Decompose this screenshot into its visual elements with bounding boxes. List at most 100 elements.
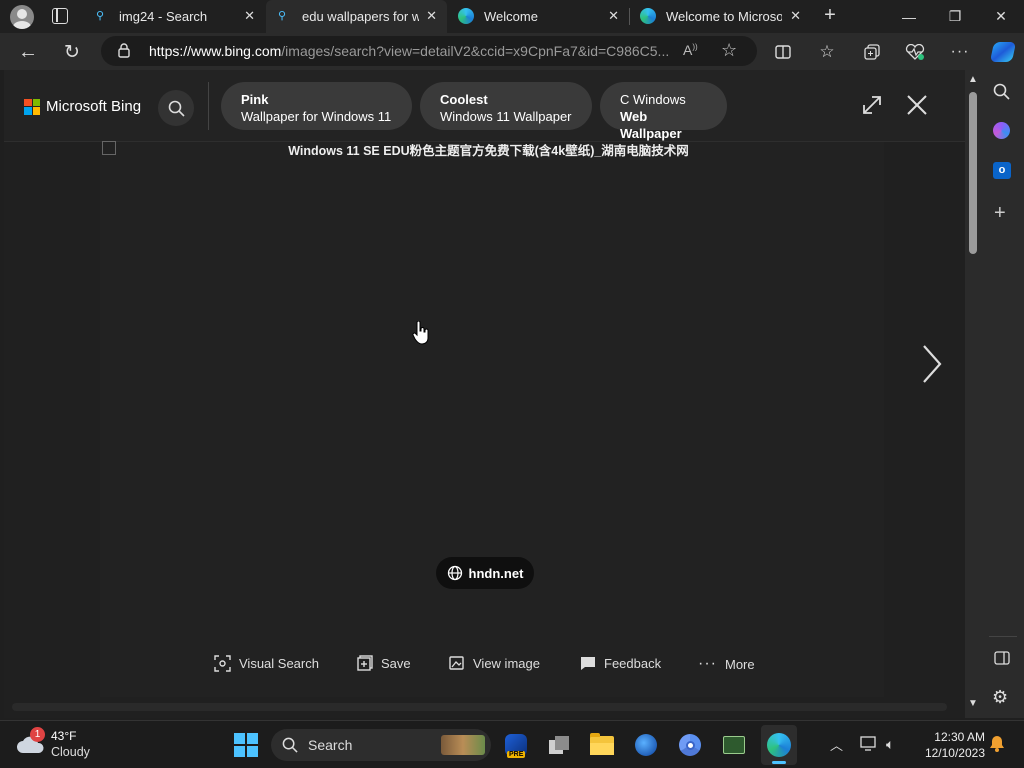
taskbar-task-view-icon[interactable] (543, 729, 575, 761)
copilot-sidebar-icon[interactable] (993, 122, 1010, 139)
feedback-icon (581, 657, 595, 670)
image-source-link[interactable]: hndn.net (436, 557, 534, 589)
tab-welcome-microsoft[interactable]: Welcome to Microsoft ✕ (630, 0, 811, 33)
split-screen-icon[interactable] (768, 37, 798, 67)
chip-line1: Pink (241, 92, 269, 107)
more-button[interactable]: ··· More (698, 655, 755, 673)
taskbar-file-explorer-icon[interactable] (586, 729, 618, 761)
start-button[interactable] (230, 729, 262, 761)
windows-taskbar: 1 43°F Cloudy Search PRE ︿ 🔈︎ 12:30 AM 1… (0, 720, 1024, 768)
close-tab-icon[interactable]: ✕ (426, 8, 437, 24)
close-tab-icon[interactable]: ✕ (608, 8, 619, 24)
next-image-chevron-icon[interactable] (920, 343, 944, 385)
outlook-icon[interactable]: o (993, 162, 1011, 179)
windows-logo-icon (234, 733, 258, 757)
edge-sidebar: o + ⚙ (981, 70, 1024, 718)
save-icon (357, 655, 373, 671)
scroll-up-icon[interactable]: ▲ (968, 74, 978, 85)
clock[interactable]: 12:30 AM 12/10/2023 (915, 729, 985, 761)
chip-line2: Windows 11 Wallpaper (440, 109, 572, 124)
weather-alert-badge: 1 (30, 727, 45, 742)
visual-search-icon (214, 655, 231, 672)
image-alt-caption: Windows 11 SE EDU粉色主题官方免费下载(含4k壁纸)_湖南电脑技… (288, 144, 689, 158)
more-dots-icon: ··· (698, 655, 717, 672)
bing-logo[interactable]: Microsoft Bing (24, 98, 141, 115)
related-chip-coolest-wallpaper[interactable]: Coolest Windows 11 Wallpaper (420, 82, 592, 130)
vertical-scrollbar[interactable]: ▲ ▼ (965, 70, 981, 718)
related-chip-pink-wallpaper[interactable]: Pink Wallpaper for Windows 11 (221, 82, 412, 130)
taskbar-edge-icon[interactable] (761, 725, 797, 765)
sidebar-settings-gear-icon[interactable]: ⚙ (992, 687, 1008, 708)
view-image-button[interactable]: View image (449, 655, 540, 671)
favorites-icon[interactable]: ☆ (812, 37, 842, 67)
close-window-button[interactable]: ✕ (978, 0, 1024, 33)
horizontal-scrollbar[interactable] (4, 700, 969, 714)
close-tab-icon[interactable]: ✕ (790, 8, 801, 24)
search-icon (282, 737, 298, 753)
tab-welcome[interactable]: Welcome ✕ (448, 0, 629, 33)
expand-icon[interactable] (861, 94, 885, 118)
save-button[interactable]: Save (357, 655, 411, 671)
page-content: Microsoft Bing Pink Wallpaper for Window… (4, 70, 969, 718)
action-label: Save (381, 655, 411, 671)
weather-widget[interactable]: 1 43°F Cloudy (16, 727, 106, 763)
tab-title: img24 - Search (119, 9, 208, 24)
read-aloud-icon[interactable]: A)) (683, 42, 698, 58)
tab-img24-search[interactable]: ⚲ img24 - Search ✕ (84, 0, 265, 33)
tab-edu-wallpapers[interactable]: ⚲ edu wallpapers for wi ✕ (266, 0, 447, 33)
hide-sidebar-icon[interactable] (994, 651, 1010, 670)
search-icon (168, 100, 185, 117)
address-bar[interactable]: https://www.bing.com/images/search?view=… (101, 36, 757, 66)
action-label: View image (473, 655, 540, 671)
collections-icon[interactable] (857, 37, 887, 67)
volume-muted-icon[interactable]: 🔈︎ (886, 736, 894, 753)
chip-line1: Coolest (440, 92, 488, 107)
profile-icon (13, 9, 31, 29)
globe-icon (447, 565, 462, 581)
favorite-star-icon[interactable]: ☆ (721, 40, 737, 61)
taskbar-chrome-icon[interactable] (674, 729, 706, 761)
refresh-button[interactable]: ↻ (57, 37, 87, 67)
feedback-button[interactable]: Feedback (580, 655, 661, 671)
taskbar-terminal-icon[interactable] (718, 729, 750, 761)
taskbar-search-box[interactable]: Search (271, 729, 491, 761)
new-tab-button[interactable]: + (819, 5, 841, 27)
add-sidebar-app-icon[interactable]: + (994, 203, 1006, 223)
action-label: Feedback (604, 655, 662, 671)
close-icon[interactable] (906, 94, 930, 118)
chip-line2: Web Wallpaper (620, 109, 682, 141)
edge-icon (458, 8, 474, 24)
weather-temperature: 43°F (51, 729, 77, 743)
show-hidden-icons-chevron-icon[interactable]: ︿ (830, 735, 843, 754)
tab-actions-icon[interactable] (52, 8, 68, 24)
restore-button[interactable]: ❐ (932, 0, 978, 33)
taskbar-search-label: Search (308, 737, 353, 753)
taskbar-app-preview-icon[interactable]: PRE (500, 729, 532, 761)
chip-line1: C Windows (620, 92, 686, 107)
search-button[interactable] (158, 90, 194, 126)
profile-avatar[interactable] (10, 5, 34, 29)
notification-bell-icon[interactable] (989, 735, 1005, 757)
mouse-pointer-icon (412, 320, 430, 350)
copilot-icon[interactable] (988, 37, 1018, 67)
minimize-button[interactable]: — (886, 0, 932, 33)
action-label: More (724, 656, 755, 672)
related-chip-windows-web-wallpaper[interactable]: C Windows Web Wallpaper (600, 82, 727, 141)
more-menu-icon[interactable]: ··· (945, 37, 975, 67)
sidebar-search-icon[interactable] (993, 83, 1010, 105)
network-icon[interactable] (860, 736, 878, 757)
search-highlight-image-icon (441, 735, 485, 755)
close-tab-icon[interactable]: ✕ (244, 8, 255, 24)
view-image-icon (449, 656, 464, 670)
visual-search-button[interactable]: Visual Search (214, 655, 319, 672)
url-text[interactable]: https://www.bing.com/images/search?view=… (149, 43, 669, 59)
taskbar-browser-icon[interactable] (630, 729, 662, 761)
image-viewer[interactable] (100, 142, 884, 697)
chip-line2: Wallpaper for Windows 11 (241, 109, 392, 124)
edge-icon (640, 8, 656, 24)
scroll-down-icon[interactable]: ▼ (968, 698, 978, 709)
back-button[interactable]: ← (13, 37, 43, 67)
scroll-thumb[interactable] (969, 92, 977, 254)
browser-essentials-icon[interactable] (900, 37, 930, 67)
tab-title: Welcome (484, 9, 538, 24)
